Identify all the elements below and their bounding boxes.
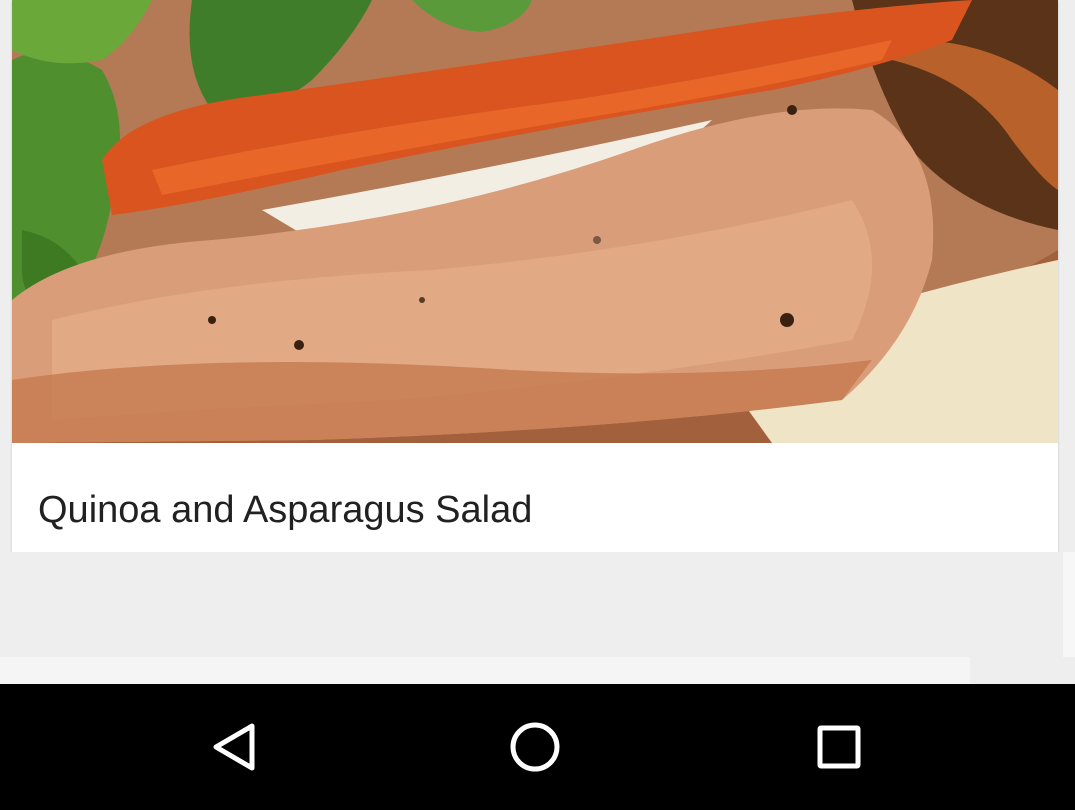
recipe-card[interactable]: Quinoa and Asparagus Salad [12, 0, 1058, 552]
recipe-title[interactable]: Quinoa and Asparagus Salad [38, 487, 532, 533]
recipe-image[interactable] [12, 0, 1058, 443]
home-button[interactable] [475, 684, 595, 810]
back-triangle-icon [213, 723, 255, 771]
system-navigation-bar [0, 684, 1075, 810]
next-recipe-card-edge[interactable] [0, 657, 970, 684]
recents-square-icon [817, 725, 861, 769]
back-button[interactable] [174, 684, 294, 810]
home-circle-icon [510, 722, 560, 772]
food-photo-illustration [12, 0, 1058, 443]
scroll-edge [1063, 552, 1075, 657]
recents-button[interactable] [779, 684, 899, 810]
